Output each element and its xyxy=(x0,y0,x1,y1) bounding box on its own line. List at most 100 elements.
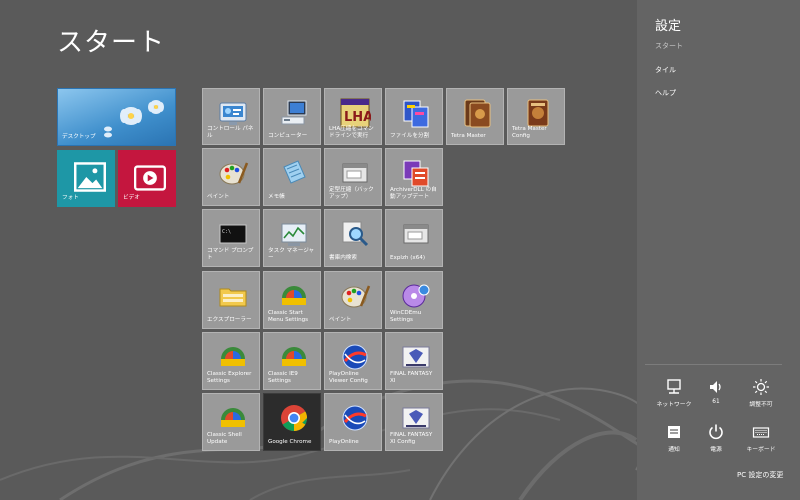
charm-item-tiles[interactable]: タイル xyxy=(655,65,676,75)
tile-paint[interactable]: ペイント xyxy=(202,148,260,206)
tile-photo[interactable]: フォト xyxy=(57,150,115,207)
photo-icon xyxy=(74,162,106,192)
program-window-icon xyxy=(403,224,429,244)
charm-item-start[interactable]: スタート xyxy=(655,41,683,51)
tile-classic-shell-update-label: Classic Shell Update xyxy=(207,431,242,446)
tile-lib-search[interactable]: 書庫内検索 xyxy=(324,209,382,267)
charm-item-help[interactable]: ヘルプ xyxy=(655,88,676,98)
folder-icon xyxy=(219,288,247,307)
tile-video[interactable]: ビデオ xyxy=(118,150,176,207)
tile-computer-label: コンピューター xyxy=(268,133,308,140)
power-icon xyxy=(709,424,723,440)
wincdemu-disc-icon xyxy=(402,284,430,308)
tile-control-panel-label: コントロール パネル xyxy=(207,125,254,140)
tile-task-manager-label: タスク マネージャー xyxy=(268,247,315,262)
paint-palette-icon xyxy=(219,162,249,185)
power-button[interactable]: 電源 xyxy=(696,423,736,453)
volume-button[interactable]: 61 xyxy=(696,378,736,405)
tile-classic-explorer[interactable]: Classic Explorer Settings xyxy=(202,332,260,390)
tetra-master-card-icon xyxy=(464,99,491,128)
command-prompt-icon: C:\ xyxy=(219,224,247,244)
tile-file-split[interactable]: ファイルを分割 xyxy=(385,88,443,145)
magnifier-icon xyxy=(342,221,369,247)
task-manager-icon xyxy=(281,223,307,246)
tile-playonline-viewer-label: PlayOnline Viewer Config xyxy=(329,370,368,385)
tile-computer[interactable]: コンピューター xyxy=(263,88,321,145)
tile-tetra-master-config-label: Tetra Master Config xyxy=(512,125,547,140)
network-icon xyxy=(667,379,681,394)
tile-video-label: ビデオ xyxy=(123,195,140,202)
start-title: スタート xyxy=(57,28,166,58)
chrome-icon xyxy=(281,405,308,432)
tile-control-panel[interactable]: コントロール パネル xyxy=(202,88,260,145)
keyboard-label: キーボード xyxy=(746,447,776,453)
control-panel-icon xyxy=(219,102,247,125)
network-button[interactable]: ネットワーク xyxy=(654,378,694,408)
tile-classic-ie9[interactable]: Classic IE9 Settings xyxy=(263,332,321,390)
brightness-icon xyxy=(753,379,769,395)
tile-ffxi-config[interactable]: FINAL FANTASY XI Config xyxy=(385,393,443,451)
tile-lha[interactable]: LHA LHA圧縮をコマンドラインで実行 xyxy=(324,88,382,145)
tile-fixed-compress-label: 定型圧縮（バックアップ） xyxy=(329,186,374,201)
tile-classic-start-menu-label: Classic Start Menu Settings xyxy=(268,309,309,324)
classic-shell-icon xyxy=(282,286,306,305)
tile-fixed-compress[interactable]: 定型圧縮（バックアップ） xyxy=(324,148,382,206)
tile-notepad[interactable]: メモ帳 xyxy=(263,148,321,206)
tile-classic-start-menu[interactable]: Classic Start Menu Settings xyxy=(263,271,321,329)
tile-command-prompt[interactable]: C:\ コマンド プロンプト xyxy=(202,209,260,267)
tile-tetra-master-config[interactable]: Tetra Master Config xyxy=(507,88,565,145)
tile-classic-ie9-label: Classic IE9 Settings xyxy=(268,370,298,385)
tile-desktop[interactable]: デスクトップ xyxy=(57,88,176,146)
settings-charm-pane: 設定 スタート タイル ヘルプ ネットワーク 61 調整不可 通知 電源 キーボ… xyxy=(637,0,800,500)
brightness-button[interactable]: 調整不可 xyxy=(741,378,781,408)
tile-google-chrome-label: Google Chrome xyxy=(268,439,312,446)
tile-classic-shell-update[interactable]: Classic Shell Update xyxy=(202,393,260,451)
network-label: ネットワーク xyxy=(656,402,692,408)
tile-lib-search-label: 書庫内検索 xyxy=(329,255,357,262)
final-fantasy-xi-icon xyxy=(402,346,430,368)
video-play-icon xyxy=(134,165,166,191)
tile-wincdemu[interactable]: WinCDEmu Settings xyxy=(385,271,443,329)
playonline-globe-icon xyxy=(342,405,368,431)
paint-palette-icon xyxy=(341,285,371,308)
keyboard-button[interactable]: キーボード xyxy=(741,423,781,453)
charm-title: 設定 xyxy=(655,19,682,34)
tile-task-manager[interactable]: タスク マネージャー xyxy=(263,209,321,267)
tile-desktop-label: デスクトップ xyxy=(62,134,96,141)
volume-label: 61 xyxy=(712,399,720,405)
notifications-icon xyxy=(668,426,680,438)
notifications-label: 通知 xyxy=(668,447,680,453)
tile-explzh-label: Explzh (x64) xyxy=(390,255,426,262)
tile-photo-label: フォト xyxy=(62,195,79,202)
tile-tetra-master-label: Tetra Master xyxy=(451,133,486,140)
tile-explorer[interactable]: エクスプローラー xyxy=(202,271,260,329)
notifications-button[interactable]: 通知 xyxy=(654,423,694,453)
computer-icon xyxy=(281,100,307,125)
tile-explzh[interactable]: Explzh (x64) xyxy=(385,209,443,267)
tile-notepad-label: メモ帳 xyxy=(268,194,285,201)
tile-google-chrome[interactable]: Google Chrome xyxy=(263,393,321,451)
tile-playonline-viewer[interactable]: PlayOnline Viewer Config xyxy=(324,332,382,390)
tetra-master-card-icon xyxy=(527,99,549,127)
tile-archiverdll-update[interactable]: ArchiverDLL の自動アップデート xyxy=(385,148,443,206)
tile-explorer-label: エクスプローラー xyxy=(207,317,252,324)
tile-command-prompt-label: コマンド プロンプト xyxy=(207,247,254,262)
final-fantasy-xi-icon xyxy=(402,407,430,429)
tile-paint-2[interactable]: ペイント xyxy=(324,271,382,329)
tile-playonline[interactable]: PlayOnline xyxy=(324,393,382,451)
classic-shell-icon xyxy=(221,408,245,427)
tile-tetra-master[interactable]: Tetra Master xyxy=(446,88,504,145)
tile-ffxi[interactable]: FINAL FANTASY XI xyxy=(385,332,443,390)
power-label: 電源 xyxy=(710,447,722,453)
tile-file-split-label: ファイルを分割 xyxy=(390,133,430,140)
archiver-icon xyxy=(403,160,429,187)
file-split-icon xyxy=(403,100,429,128)
classic-shell-icon xyxy=(282,347,306,366)
tile-archiverdll-update-label: ArchiverDLL の自動アップデート xyxy=(390,186,437,201)
tile-classic-explorer-label: Classic Explorer Settings xyxy=(207,370,252,385)
svg-text:C:\: C:\ xyxy=(222,229,231,235)
lha-icon: LHA xyxy=(340,98,371,128)
notepad-icon xyxy=(283,160,306,184)
pc-settings-link[interactable]: PC 設定の変更 xyxy=(737,470,783,480)
tile-paint-2-label: ペイント xyxy=(329,317,352,324)
